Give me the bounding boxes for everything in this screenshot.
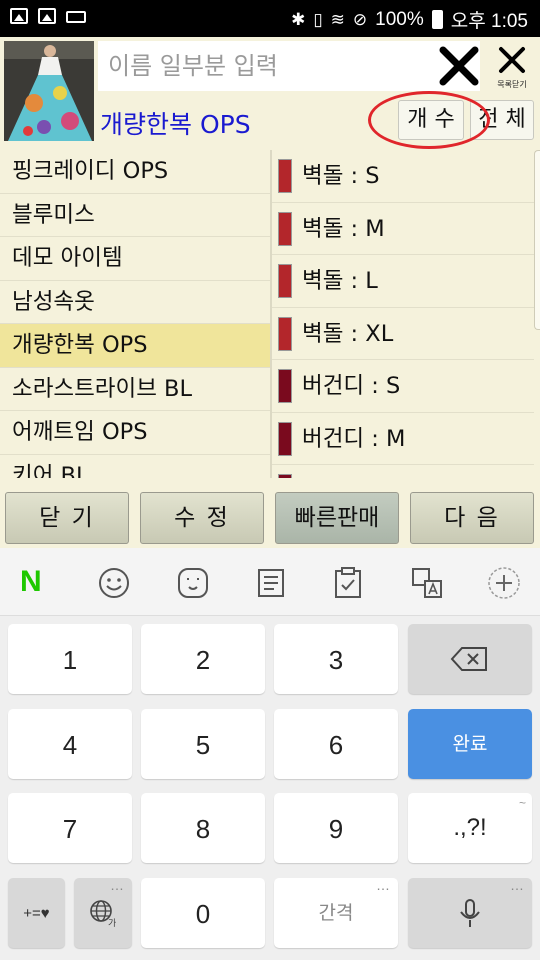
punctuation-key[interactable]: ~ .,?! xyxy=(408,793,532,863)
emoji-icon[interactable] xyxy=(97,566,131,600)
next-button[interactable]: 다 음 xyxy=(410,492,534,544)
more-dots: … xyxy=(510,877,524,893)
punctuation-label: .,?! xyxy=(453,814,487,841)
more-dots: … xyxy=(110,877,124,893)
key-7[interactable]: 7 xyxy=(8,793,132,863)
all-button[interactable]: 전 체 xyxy=(470,100,534,140)
download-notification-icon xyxy=(38,8,56,24)
color-swatch xyxy=(278,159,292,193)
key-5[interactable]: 5 xyxy=(141,709,265,779)
space-key[interactable]: … 간격 xyxy=(274,878,398,948)
memo-icon[interactable] xyxy=(254,566,288,600)
system-indicators: ✱ ▯ ≋ ⊘ 100% 오후 1:05 xyxy=(291,6,528,33)
clear-search-icon[interactable] xyxy=(438,45,480,87)
action-bar: 닫 기 수 정 빠른판매 다 음 xyxy=(0,478,540,548)
header: 목록닫기 개량한복 OPS 개 수 전 체 xyxy=(0,37,540,145)
category-item[interactable]: 소라스트라이브 BL xyxy=(0,368,270,411)
key-2[interactable]: 2 xyxy=(141,624,265,694)
quick-sale-button[interactable]: 빠른판매 xyxy=(275,492,399,544)
more-dots: … xyxy=(376,877,390,893)
battery-icon xyxy=(431,10,443,29)
microphone-icon xyxy=(460,899,480,927)
category-item[interactable]: 키어 BL xyxy=(0,455,270,479)
status-bar: ✱ ▯ ≋ ⊘ 100% 오후 1:05 xyxy=(0,0,540,37)
option-item[interactable]: 벽돌 : XL xyxy=(272,308,534,360)
option-item[interactable]: 버건디 : M xyxy=(272,413,534,465)
option-item[interactable]: 벽돌 : L xyxy=(272,255,534,308)
key-8[interactable]: 8 xyxy=(141,793,265,863)
notification-icons xyxy=(10,8,86,24)
option-item[interactable]: 벽돌 : S xyxy=(272,150,534,203)
add-icon[interactable] xyxy=(487,566,521,600)
voice-key[interactable]: … xyxy=(408,878,532,948)
tilde-hint: ~ xyxy=(518,796,526,810)
option-list[interactable]: 벽돌 : S 벽돌 : M 벽돌 : L 벽돌 : XL 버건디 : S 버건디 : M xyxy=(272,150,534,478)
search-input[interactable] xyxy=(98,41,428,91)
color-swatch xyxy=(278,211,292,246)
option-label: 버건디 : M xyxy=(302,425,406,452)
clipboard-icon[interactable] xyxy=(331,566,365,600)
symbols-key[interactable]: +=♥ xyxy=(8,878,65,948)
page-title: 개량한복 OPS xyxy=(100,110,251,139)
category-item[interactable]: 남성속옷 xyxy=(0,281,270,324)
key-0[interactable]: 0 xyxy=(141,878,265,948)
option-label: 벽돌 : M xyxy=(302,215,385,242)
language-key[interactable]: … 가 xyxy=(74,878,132,948)
battery-percent: 100% xyxy=(375,8,424,30)
key-9[interactable]: 9 xyxy=(274,793,398,863)
product-thumbnail[interactable] xyxy=(4,41,94,141)
edit-button[interactable]: 수 정 xyxy=(140,492,264,544)
close-icon xyxy=(499,47,525,73)
wifi-icon: ≋ xyxy=(330,9,345,29)
keyboard: N 1 2 3 4 5 6 완료 7 8 9 ~ .,?! +=♥ … 가 0 … xyxy=(0,548,540,960)
option-label: 버건디 : S xyxy=(302,373,401,399)
vibrate-icon: ▯ xyxy=(313,9,323,29)
svg-text:가: 가 xyxy=(108,918,116,928)
key-3[interactable]: 3 xyxy=(274,624,398,694)
backspace-key[interactable] xyxy=(408,624,532,694)
option-label: 벽돌 : S xyxy=(302,163,380,189)
option-item[interactable] xyxy=(272,465,534,478)
done-key[interactable]: 완료 xyxy=(408,709,532,779)
no-signal-icon: ⊘ xyxy=(352,9,368,29)
option-item[interactable]: 버건디 : S xyxy=(272,360,534,413)
color-swatch xyxy=(278,369,292,403)
key-6[interactable]: 6 xyxy=(274,709,398,779)
option-label: 벽돌 : L xyxy=(302,268,378,294)
color-swatch xyxy=(278,421,292,456)
keyboard-notification-icon xyxy=(66,11,86,23)
color-swatch xyxy=(278,316,292,351)
close-list-label: 목록닫기 xyxy=(497,80,527,89)
option-label: 벽돌 : XL xyxy=(302,320,394,347)
category-item[interactable]: 개량한복 OPS xyxy=(0,324,270,368)
category-item[interactable]: 핑크레이디 OPS xyxy=(0,150,270,194)
category-item[interactable]: 어깨트임 OPS xyxy=(0,411,270,455)
category-item[interactable]: 데모 아이템 xyxy=(0,237,270,281)
close-list-button[interactable]: 목록닫기 xyxy=(484,41,540,93)
emoticon-icon[interactable] xyxy=(176,566,210,600)
search-box xyxy=(98,41,480,91)
key-4[interactable]: 4 xyxy=(8,709,132,779)
color-swatch xyxy=(278,264,292,298)
key-1[interactable]: 1 xyxy=(8,624,132,694)
clock: 오후 1:05 xyxy=(450,11,528,32)
category-item[interactable]: 블루미스 xyxy=(0,194,270,237)
keyboard-toolbar: N xyxy=(0,548,540,616)
bluetooth-icon: ✱ xyxy=(291,9,306,29)
gallery-notification-icon xyxy=(10,8,28,24)
globe-icon: 가 xyxy=(90,900,116,928)
count-button[interactable]: 개 수 xyxy=(398,100,464,140)
close-button[interactable]: 닫 기 xyxy=(5,492,129,544)
hanbok-dress-image xyxy=(4,41,94,141)
scrollbar[interactable] xyxy=(534,150,540,330)
option-item[interactable]: 벽돌 : M xyxy=(272,203,534,255)
category-list[interactable]: 핑크레이디 OPS 블루미스 데모 아이템 남성속옷 개량한복 OPS 소라스트라이브 B… xyxy=(0,150,270,478)
translate-icon[interactable] xyxy=(410,566,444,600)
backspace-icon xyxy=(450,647,487,671)
symbols-label: +=♥ xyxy=(23,905,50,922)
naver-icon[interactable]: N xyxy=(20,564,54,598)
